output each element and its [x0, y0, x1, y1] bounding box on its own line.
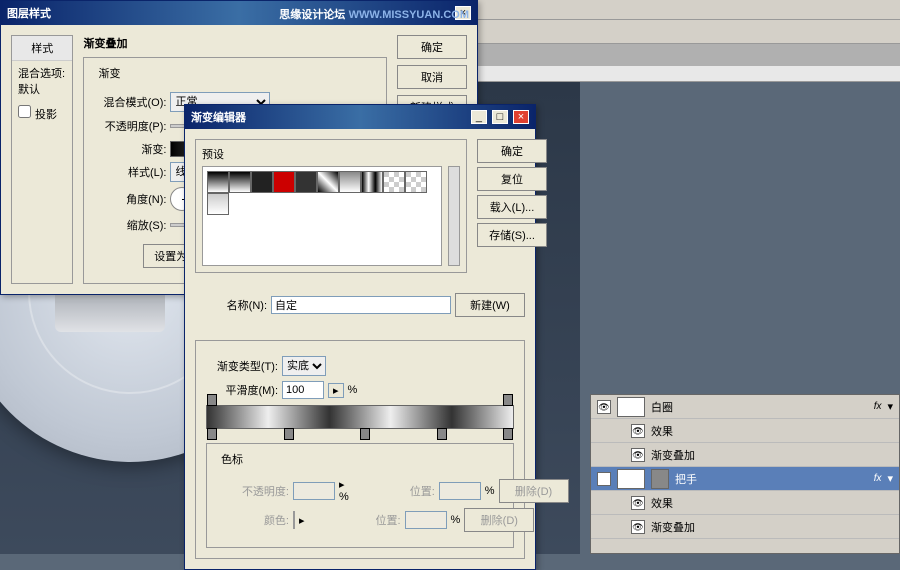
opacity-stop[interactable]	[207, 394, 217, 406]
ge-load-button[interactable]: 载入(L)...	[477, 195, 547, 219]
smooth-spinner-icon[interactable]: ▸	[328, 383, 344, 398]
chevron-down-icon[interactable]: ▾	[887, 472, 893, 485]
style-list-header: 样式	[12, 36, 72, 61]
preset-swatch[interactable]	[405, 171, 427, 193]
style-label: 样式(L):	[94, 164, 166, 180]
preset-swatch[interactable]	[273, 171, 295, 193]
visibility-icon[interactable]: 👁	[631, 496, 645, 510]
preset-swatch[interactable]	[229, 171, 251, 193]
layer-name: 渐变叠加	[651, 447, 695, 463]
layer-name: 渐变叠加	[651, 519, 695, 535]
maximize-icon[interactable]: □	[492, 110, 508, 124]
drop-shadow-item[interactable]: 投影	[12, 101, 72, 126]
stops-legend: 色标	[217, 451, 247, 467]
preset-swatch[interactable]	[207, 193, 229, 215]
fx-badge[interactable]: fx	[874, 473, 882, 484]
close-icon[interactable]: ×	[513, 110, 529, 124]
blend-options-item[interactable]: 混合选项:默认	[12, 61, 72, 101]
ge-new-button[interactable]: 新建(W)	[455, 293, 525, 317]
ge-reset-button[interactable]: 复位	[477, 167, 547, 191]
stop-opacity-label: 不透明度:	[217, 483, 289, 499]
opacity-stop[interactable]	[503, 394, 513, 406]
layer-effect-row[interactable]: 👁 效果	[591, 419, 899, 443]
stop-color-swatch	[293, 511, 295, 529]
smooth-input[interactable]	[282, 381, 324, 399]
stop-opacity-input	[293, 482, 335, 500]
gradient-label: 渐变:	[94, 141, 166, 157]
layer-name: 效果	[651, 495, 673, 511]
color-stop[interactable]	[503, 428, 513, 440]
layers-panel: 👁 白圈 fx ▾ 👁 效果 👁 渐变叠加 👁 把手 fx ▾ 👁 效果 👁 渐变叠…	[590, 394, 900, 554]
layer-effect-row[interactable]: 👁 渐变叠加	[591, 515, 899, 539]
preset-scrollbar[interactable]	[448, 166, 460, 266]
layer-row[interactable]: 👁 白圈 fx ▾	[591, 395, 899, 419]
gradient-editor-titlebar[interactable]: 渐变编辑器 _ □ ×	[185, 105, 535, 129]
name-input[interactable]	[271, 296, 451, 314]
type-label: 渐变类型(T):	[206, 358, 278, 374]
stop-position-input-2	[405, 511, 447, 529]
fx-badge[interactable]: fx	[874, 401, 882, 412]
color-stop[interactable]	[284, 428, 294, 440]
ge-save-button[interactable]: 存储(S)...	[477, 223, 547, 247]
preset-swatch[interactable]	[251, 171, 273, 193]
presets-label: 预设	[202, 146, 460, 162]
visibility-icon[interactable]: 👁	[631, 448, 645, 462]
color-stop[interactable]	[207, 428, 217, 440]
mask-thumb[interactable]	[651, 469, 669, 489]
stop-position-label: 位置:	[363, 483, 435, 499]
stop-position-input	[439, 482, 481, 500]
preset-swatch[interactable]	[317, 171, 339, 193]
drop-shadow-checkbox[interactable]	[18, 105, 31, 118]
layer-thumb[interactable]	[617, 397, 645, 417]
preset-grid[interactable]	[202, 166, 442, 266]
color-stop[interactable]	[360, 428, 370, 440]
name-label: 名称(N):	[195, 297, 267, 313]
preset-swatch[interactable]	[339, 171, 361, 193]
scale-label: 缩放(S):	[94, 217, 166, 233]
ge-ok-button[interactable]: 确定	[477, 139, 547, 163]
opacity-label: 不透明度(P):	[94, 118, 166, 134]
preset-swatch[interactable]	[207, 171, 229, 193]
type-select[interactable]: 实底	[282, 356, 326, 376]
visibility-icon[interactable]: 👁	[597, 472, 611, 486]
visibility-icon[interactable]: 👁	[597, 400, 611, 414]
minimize-icon[interactable]: _	[471, 110, 487, 124]
visibility-icon[interactable]: 👁	[631, 520, 645, 534]
blend-mode-label: 混合模式(O):	[94, 94, 166, 110]
gradient-bar[interactable]	[206, 405, 514, 429]
stop-position-label-2: 位置:	[329, 512, 401, 528]
delete-stop-button: 删除(D)	[499, 479, 569, 503]
preset-swatch[interactable]	[361, 171, 383, 193]
delete-stop-button-2: 删除(D)	[464, 508, 534, 532]
layer-name[interactable]: 白圈	[651, 399, 673, 415]
visibility-icon[interactable]: 👁	[631, 424, 645, 438]
color-stop[interactable]	[437, 428, 447, 440]
section-title: 渐变叠加	[83, 35, 387, 51]
chevron-down-icon[interactable]: ▾	[887, 400, 893, 413]
layer-thumb[interactable]	[617, 469, 645, 489]
layer-effect-row[interactable]: 👁 渐变叠加	[591, 443, 899, 467]
ok-button[interactable]: 确定	[397, 35, 467, 59]
preset-swatch[interactable]	[383, 171, 405, 193]
style-list: 样式 混合选项:默认 投影	[11, 35, 73, 284]
cancel-button[interactable]: 取消	[397, 65, 467, 89]
layer-effect-row[interactable]: 👁 效果	[591, 491, 899, 515]
watermark: 思缘设计论坛 WWW.MISSYUAN.COM	[279, 6, 469, 22]
gradient-legend: 渐变	[94, 65, 124, 81]
stop-color-label: 颜色:	[217, 512, 289, 528]
layer-name: 效果	[651, 423, 673, 439]
layer-row-selected[interactable]: 👁 把手 fx ▾	[591, 467, 899, 491]
layer-name[interactable]: 把手	[675, 471, 697, 487]
preset-swatch[interactable]	[295, 171, 317, 193]
angle-label: 角度(N):	[94, 191, 166, 207]
gradient-editor-dialog: 渐变编辑器 _ □ × 预设	[184, 104, 536, 570]
layer-style-titlebar[interactable]: 图层样式 思缘设计论坛 WWW.MISSYUAN.COM ×	[1, 1, 477, 25]
